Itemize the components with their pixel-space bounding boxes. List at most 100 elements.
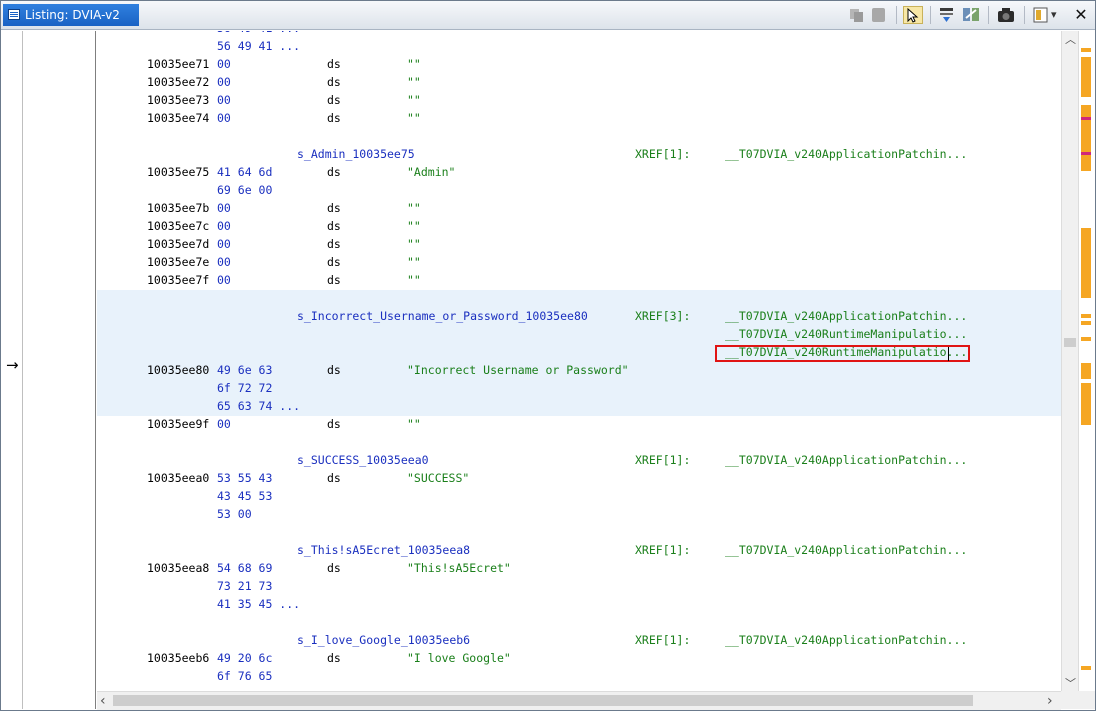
xref-header: XREF[1]: xyxy=(635,453,691,467)
address: 10035eeb6 xyxy=(147,651,210,665)
close-icon[interactable]: ✕ xyxy=(1071,6,1091,24)
cursor-select-icon[interactable] xyxy=(903,6,923,24)
mnemonic: ds xyxy=(327,201,341,215)
operand: "" xyxy=(407,417,421,431)
bytes: 00 xyxy=(217,273,231,287)
symbol-label[interactable]: s_Admin_10035ee75 xyxy=(297,145,415,163)
toolbar-divider xyxy=(896,6,897,24)
overview-marker[interactable] xyxy=(1081,48,1091,52)
xref-link[interactable]: __T07DVIA_v240ApplicationPatchin... xyxy=(725,631,967,649)
address: 10035eea8 xyxy=(147,561,210,575)
mnemonic: ds xyxy=(327,417,341,431)
xref-link[interactable]: __T07DVIA_v240ApplicationPatchin... xyxy=(725,541,967,559)
bytes: 00 xyxy=(217,219,231,233)
horizontal-scrollbar[interactable]: ‹ › xyxy=(97,691,1061,710)
bytes: 00 xyxy=(217,255,231,269)
address: 10035ee7e xyxy=(147,255,210,269)
xref-link[interactable]: __T07DVIA_v240ApplicationPatchin... xyxy=(725,145,967,163)
bytes: 65 63 74 ... xyxy=(217,399,301,413)
overview-marker[interactable] xyxy=(1081,337,1091,341)
mnemonic: ds xyxy=(327,273,341,287)
operand: "Incorrect Username or Password" xyxy=(407,363,629,377)
bytes: 43 45 53 xyxy=(217,489,273,503)
operand: "" xyxy=(407,57,421,71)
address: 10035ee7b xyxy=(147,201,210,215)
bytes: 49 20 6c xyxy=(217,651,273,665)
xref-link[interactable]: __T07DVIA_v240ApplicationPatchin... xyxy=(725,451,967,469)
xref-link[interactable]: __T07DVIA_v240ApplicationPatchin... xyxy=(725,307,967,325)
overview-marker[interactable] xyxy=(1081,363,1091,379)
xref-header: XREF[1]: xyxy=(635,543,691,557)
address: 10035ee73 xyxy=(147,93,210,107)
bytes: 53 55 43 xyxy=(217,471,273,485)
mnemonic: ds xyxy=(327,651,341,665)
overview-marker[interactable] xyxy=(1081,228,1091,298)
bytes: 00 xyxy=(217,93,231,107)
listing-tab[interactable]: Listing: DVIA-v2 xyxy=(3,4,139,26)
address: 10035ee71 xyxy=(147,57,210,71)
toolbar-divider xyxy=(988,6,989,24)
mnemonic: ds xyxy=(327,93,341,107)
overview-marker[interactable] xyxy=(1081,314,1091,318)
mnemonic: ds xyxy=(327,111,341,125)
bytes: 00 xyxy=(217,57,231,71)
highlight-box xyxy=(715,345,970,362)
scroll-left-icon[interactable]: ‹ xyxy=(100,693,106,709)
symbol-label[interactable]: s_Incorrect_Username_or_Password_10035ee… xyxy=(297,307,588,325)
address: 10035ee75 xyxy=(147,165,210,179)
overview-marker[interactable] xyxy=(1081,383,1091,425)
address: 10035ee7c xyxy=(147,219,210,233)
title-bar: Listing: DVIA-v2 ▾ ✕ xyxy=(1,1,1095,30)
overview-marker[interactable] xyxy=(1081,152,1091,155)
horizontal-scroll-thumb[interactable] xyxy=(113,695,973,706)
current-location-arrow-icon: → xyxy=(6,356,19,374)
scroll-down-icon[interactable]: ﹀ xyxy=(1065,675,1076,691)
bytes: 69 6e 00 xyxy=(217,183,273,197)
xref-link[interactable]: __T07DVIA_v240RuntimeManipulatio... xyxy=(725,325,967,343)
mnemonic: ds xyxy=(327,255,341,269)
mnemonic: ds xyxy=(327,561,341,575)
operand: "I love Google" xyxy=(407,651,511,665)
address: 10035ee80 xyxy=(147,363,210,377)
operand: "SUCCESS" xyxy=(407,471,470,485)
overview-marker[interactable] xyxy=(1081,666,1091,670)
mnemonic: ds xyxy=(327,75,341,89)
scroll-right-icon[interactable]: › xyxy=(1047,693,1053,709)
operand: "" xyxy=(407,273,421,287)
layout-icon[interactable] xyxy=(1031,6,1051,24)
window-title: Listing: DVIA-v2 xyxy=(25,8,120,22)
overview-marker[interactable] xyxy=(1081,117,1091,120)
listing-view[interactable]: 56 49 41 ... 56 49 41 ... 10035ee7100ds"… xyxy=(97,31,1061,691)
operand: "" xyxy=(407,237,421,251)
symbol-label[interactable]: s_SUCCESS_10035eea0 xyxy=(297,451,429,469)
text-caret xyxy=(948,347,949,361)
snapshot-icon[interactable] xyxy=(996,6,1016,24)
mnemonic: ds xyxy=(327,219,341,233)
dropdown-icon[interactable]: ▾ xyxy=(1051,6,1063,24)
mnemonic: ds xyxy=(327,237,341,251)
overview-marker[interactable] xyxy=(1081,57,1091,97)
address: 10035ee74 xyxy=(147,111,210,125)
address: 10035ee9f xyxy=(147,417,210,431)
operand: "" xyxy=(407,93,421,107)
operand: "This!sA5Ecret" xyxy=(407,561,511,575)
bytes: 6f 76 65 xyxy=(217,669,273,683)
overview-margin[interactable] xyxy=(1078,31,1095,691)
symbol-label[interactable]: s_I_love_Google_10035eeb6 xyxy=(297,631,470,649)
scroll-up-icon[interactable]: ︿ xyxy=(1065,31,1076,47)
xref-header: XREF[1]: xyxy=(635,147,691,161)
bytes: 41 35 45 ... xyxy=(217,597,301,611)
symbol-label[interactable]: s_This!sA5Ecret_10035eea8 xyxy=(297,541,470,559)
toolbar-divider xyxy=(930,6,931,24)
copy-icon[interactable] xyxy=(847,6,867,24)
paste-icon[interactable] xyxy=(869,6,889,24)
operand: "Admin" xyxy=(407,165,456,179)
overview-marker[interactable] xyxy=(1081,321,1091,325)
address: 10035ee7d xyxy=(147,237,210,251)
vertical-scrollbar[interactable]: ︿ ﹀ xyxy=(1061,31,1079,691)
diff-icon[interactable] xyxy=(961,6,981,24)
vertical-scroll-thumb[interactable] xyxy=(1064,338,1076,347)
goto-next-icon[interactable] xyxy=(937,6,957,24)
listing-window: Listing: DVIA-v2 ▾ ✕ → 56 49 41 ... 1003… xyxy=(0,0,1096,711)
overview-marker[interactable] xyxy=(1081,105,1091,171)
